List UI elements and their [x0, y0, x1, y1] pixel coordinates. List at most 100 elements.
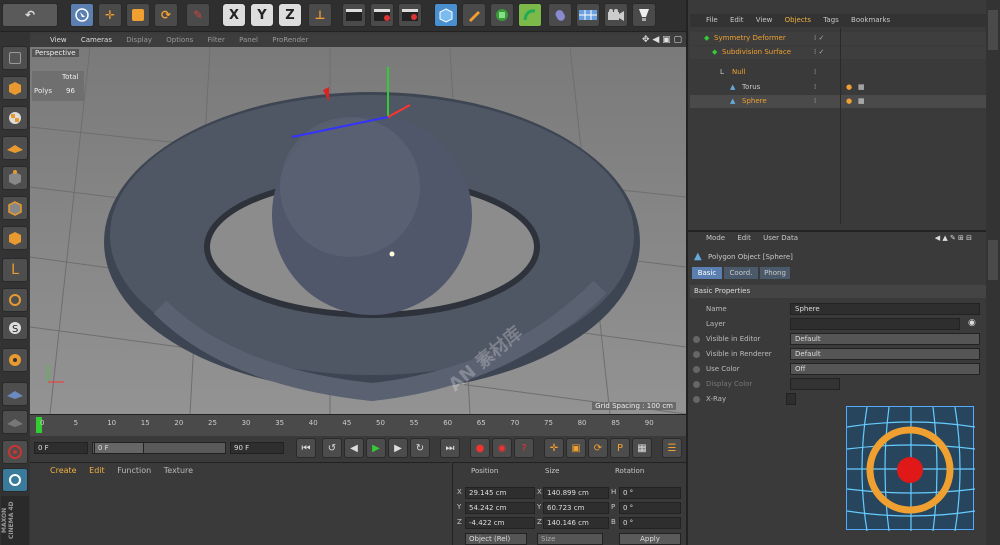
workplane-button[interactable]: [2, 136, 28, 160]
attribute-tab-coord[interactable]: Coord.: [724, 267, 758, 279]
keyframe-selection-button[interactable]: ?: [514, 438, 534, 458]
deformer-button[interactable]: [518, 3, 542, 27]
visibility-dots[interactable]: ⁞ ✓: [814, 32, 824, 45]
key-position-button[interactable]: ✛: [544, 438, 564, 458]
layer-field[interactable]: [790, 318, 960, 330]
filter-menu[interactable]: Filter: [208, 36, 225, 44]
coordinate-system-button[interactable]: ⊥: [308, 3, 332, 27]
object-row-subdivision[interactable]: ◆ Subdivision Surface ⁞ ✓: [690, 46, 986, 59]
visibility-dots[interactable]: ⁞: [814, 81, 816, 94]
texture-menu[interactable]: Texture: [164, 466, 193, 475]
create-menu[interactable]: Create: [50, 466, 77, 475]
edit-menu[interactable]: Edit: [737, 234, 751, 242]
size-x-field[interactable]: 140.899 cm: [543, 487, 609, 499]
bookmarks-menu[interactable]: Bookmarks: [851, 16, 890, 24]
scale-button[interactable]: [126, 3, 150, 27]
object-row-sphere[interactable]: ▲ Sphere ⁞ ● ▦: [690, 95, 986, 108]
previous-frame-button[interactable]: ◀: [344, 438, 364, 458]
current-frame-field[interactable]: 0 F: [94, 442, 144, 454]
viewport[interactable]: Perspective Total Polys 96 Grid Spacing …: [30, 47, 686, 414]
pen-button[interactable]: [462, 3, 486, 27]
record-button[interactable]: [2, 440, 28, 464]
tweak-mode-button[interactable]: [2, 288, 28, 312]
live-selection-button[interactable]: ✎: [186, 3, 210, 27]
size-mode-select[interactable]: Size: [537, 533, 603, 545]
timeline-menu-button[interactable]: ☰: [662, 438, 682, 458]
name-field[interactable]: Sphere: [790, 303, 980, 315]
panel-menu[interactable]: Panel: [239, 36, 258, 44]
key-param-button[interactable]: P: [610, 438, 630, 458]
object-row-torus[interactable]: ▲ Torus ⁞ ● ▦: [690, 81, 986, 94]
previous-key-button[interactable]: ↺: [322, 438, 342, 458]
key-rotation-button[interactable]: ⟳: [588, 438, 608, 458]
locked-workplane-button[interactable]: [2, 348, 28, 372]
objects-side-tab[interactable]: [988, 10, 998, 50]
file-menu[interactable]: File: [706, 16, 718, 24]
edit-menu[interactable]: Edit: [89, 466, 105, 475]
planar-workplane-button[interactable]: [2, 382, 28, 406]
visibility-dots[interactable]: ⁞: [814, 66, 816, 79]
record-keys-button[interactable]: ●: [470, 438, 490, 458]
autokey-button[interactable]: ◉: [492, 438, 512, 458]
next-key-button[interactable]: ↻: [410, 438, 430, 458]
viewport-nav-icons[interactable]: ✥ ◀ ▣ ▢: [642, 34, 682, 47]
display-color-swatch[interactable]: [790, 378, 840, 390]
size-z-field[interactable]: 140.146 cm: [543, 517, 609, 529]
object-row-symmetry[interactable]: ◆ Symmetry Deformer ⁞ ✓: [690, 32, 986, 45]
rot-b-field[interactable]: 0 °: [619, 517, 681, 529]
edit-menu[interactable]: Edit: [730, 16, 744, 24]
render-picture-viewer-button[interactable]: [370, 3, 394, 27]
axis-z-button[interactable]: Z: [278, 3, 302, 27]
rotate-button[interactable]: ⟳: [154, 3, 178, 27]
render-view-button[interactable]: [342, 3, 366, 27]
move-button[interactable]: ✛: [98, 3, 122, 27]
attribute-nav-icons[interactable]: ◀ ▲ ✎ ⊞ ⊟: [935, 234, 972, 242]
animate-dot[interactable]: [693, 381, 700, 388]
render-settings-button[interactable]: [398, 3, 422, 27]
key-pla-button[interactable]: ▦: [632, 438, 652, 458]
visibility-dots[interactable]: ⁞ ✓: [814, 46, 824, 59]
rot-p-field[interactable]: 0 °: [619, 502, 681, 514]
texture-mode-button[interactable]: [2, 106, 28, 130]
object-row-null[interactable]: L Null ⁞: [690, 66, 986, 79]
pos-y-field[interactable]: 54.242 cm: [465, 502, 535, 514]
view-menu[interactable]: View: [50, 36, 67, 44]
layer-picker-icon[interactable]: ◉: [968, 318, 976, 328]
function-menu[interactable]: Function: [117, 466, 151, 475]
size-y-field[interactable]: 60.723 cm: [543, 502, 609, 514]
start-frame-field[interactable]: 0 F: [34, 442, 88, 454]
timeline[interactable]: 0 5 10 15 20 25 30 35 40 45 50 55 60 65 70 75 80 85 90: [30, 414, 686, 436]
axis-mode-button[interactable]: L: [2, 258, 28, 282]
attribute-tab-basic[interactable]: Basic: [692, 267, 722, 279]
cube-button[interactable]: [434, 3, 458, 27]
xray-checkbox[interactable]: [786, 393, 796, 405]
user-data-menu[interactable]: User Data: [763, 234, 798, 242]
key-scale-button[interactable]: ▣: [566, 438, 586, 458]
display-menu[interactable]: Display: [126, 36, 152, 44]
undo-button[interactable]: ↶: [2, 3, 58, 27]
next-frame-button[interactable]: ▶: [388, 438, 408, 458]
scene-button[interactable]: [548, 3, 572, 27]
use-color-select[interactable]: Off: [790, 363, 980, 375]
make-editable-button[interactable]: [2, 46, 28, 70]
axis-y-button[interactable]: Y: [250, 3, 274, 27]
animate-dot[interactable]: [693, 351, 700, 358]
solo-button[interactable]: [2, 468, 28, 492]
visibility-dots[interactable]: ⁞: [814, 95, 816, 108]
animate-dot[interactable]: [693, 366, 700, 373]
attributes-side-tab[interactable]: [988, 240, 998, 280]
apply-button[interactable]: Apply: [619, 533, 681, 545]
move-tool-button[interactable]: [70, 3, 94, 27]
attribute-tab-phong[interactable]: Phong: [760, 267, 790, 279]
view-menu[interactable]: View: [756, 16, 773, 24]
go-to-start-button[interactable]: ⏮: [296, 438, 316, 458]
rot-h-field[interactable]: 0 °: [619, 487, 681, 499]
snap-button[interactable]: S: [2, 316, 28, 340]
edges-mode-button[interactable]: [2, 196, 28, 220]
camera-button[interactable]: [604, 3, 628, 27]
environment-button[interactable]: [576, 3, 600, 27]
mode-menu[interactable]: Mode: [706, 234, 725, 242]
model-mode-button[interactable]: [2, 76, 28, 100]
options-menu[interactable]: Options: [166, 36, 193, 44]
visible-editor-select[interactable]: Default: [790, 333, 980, 345]
